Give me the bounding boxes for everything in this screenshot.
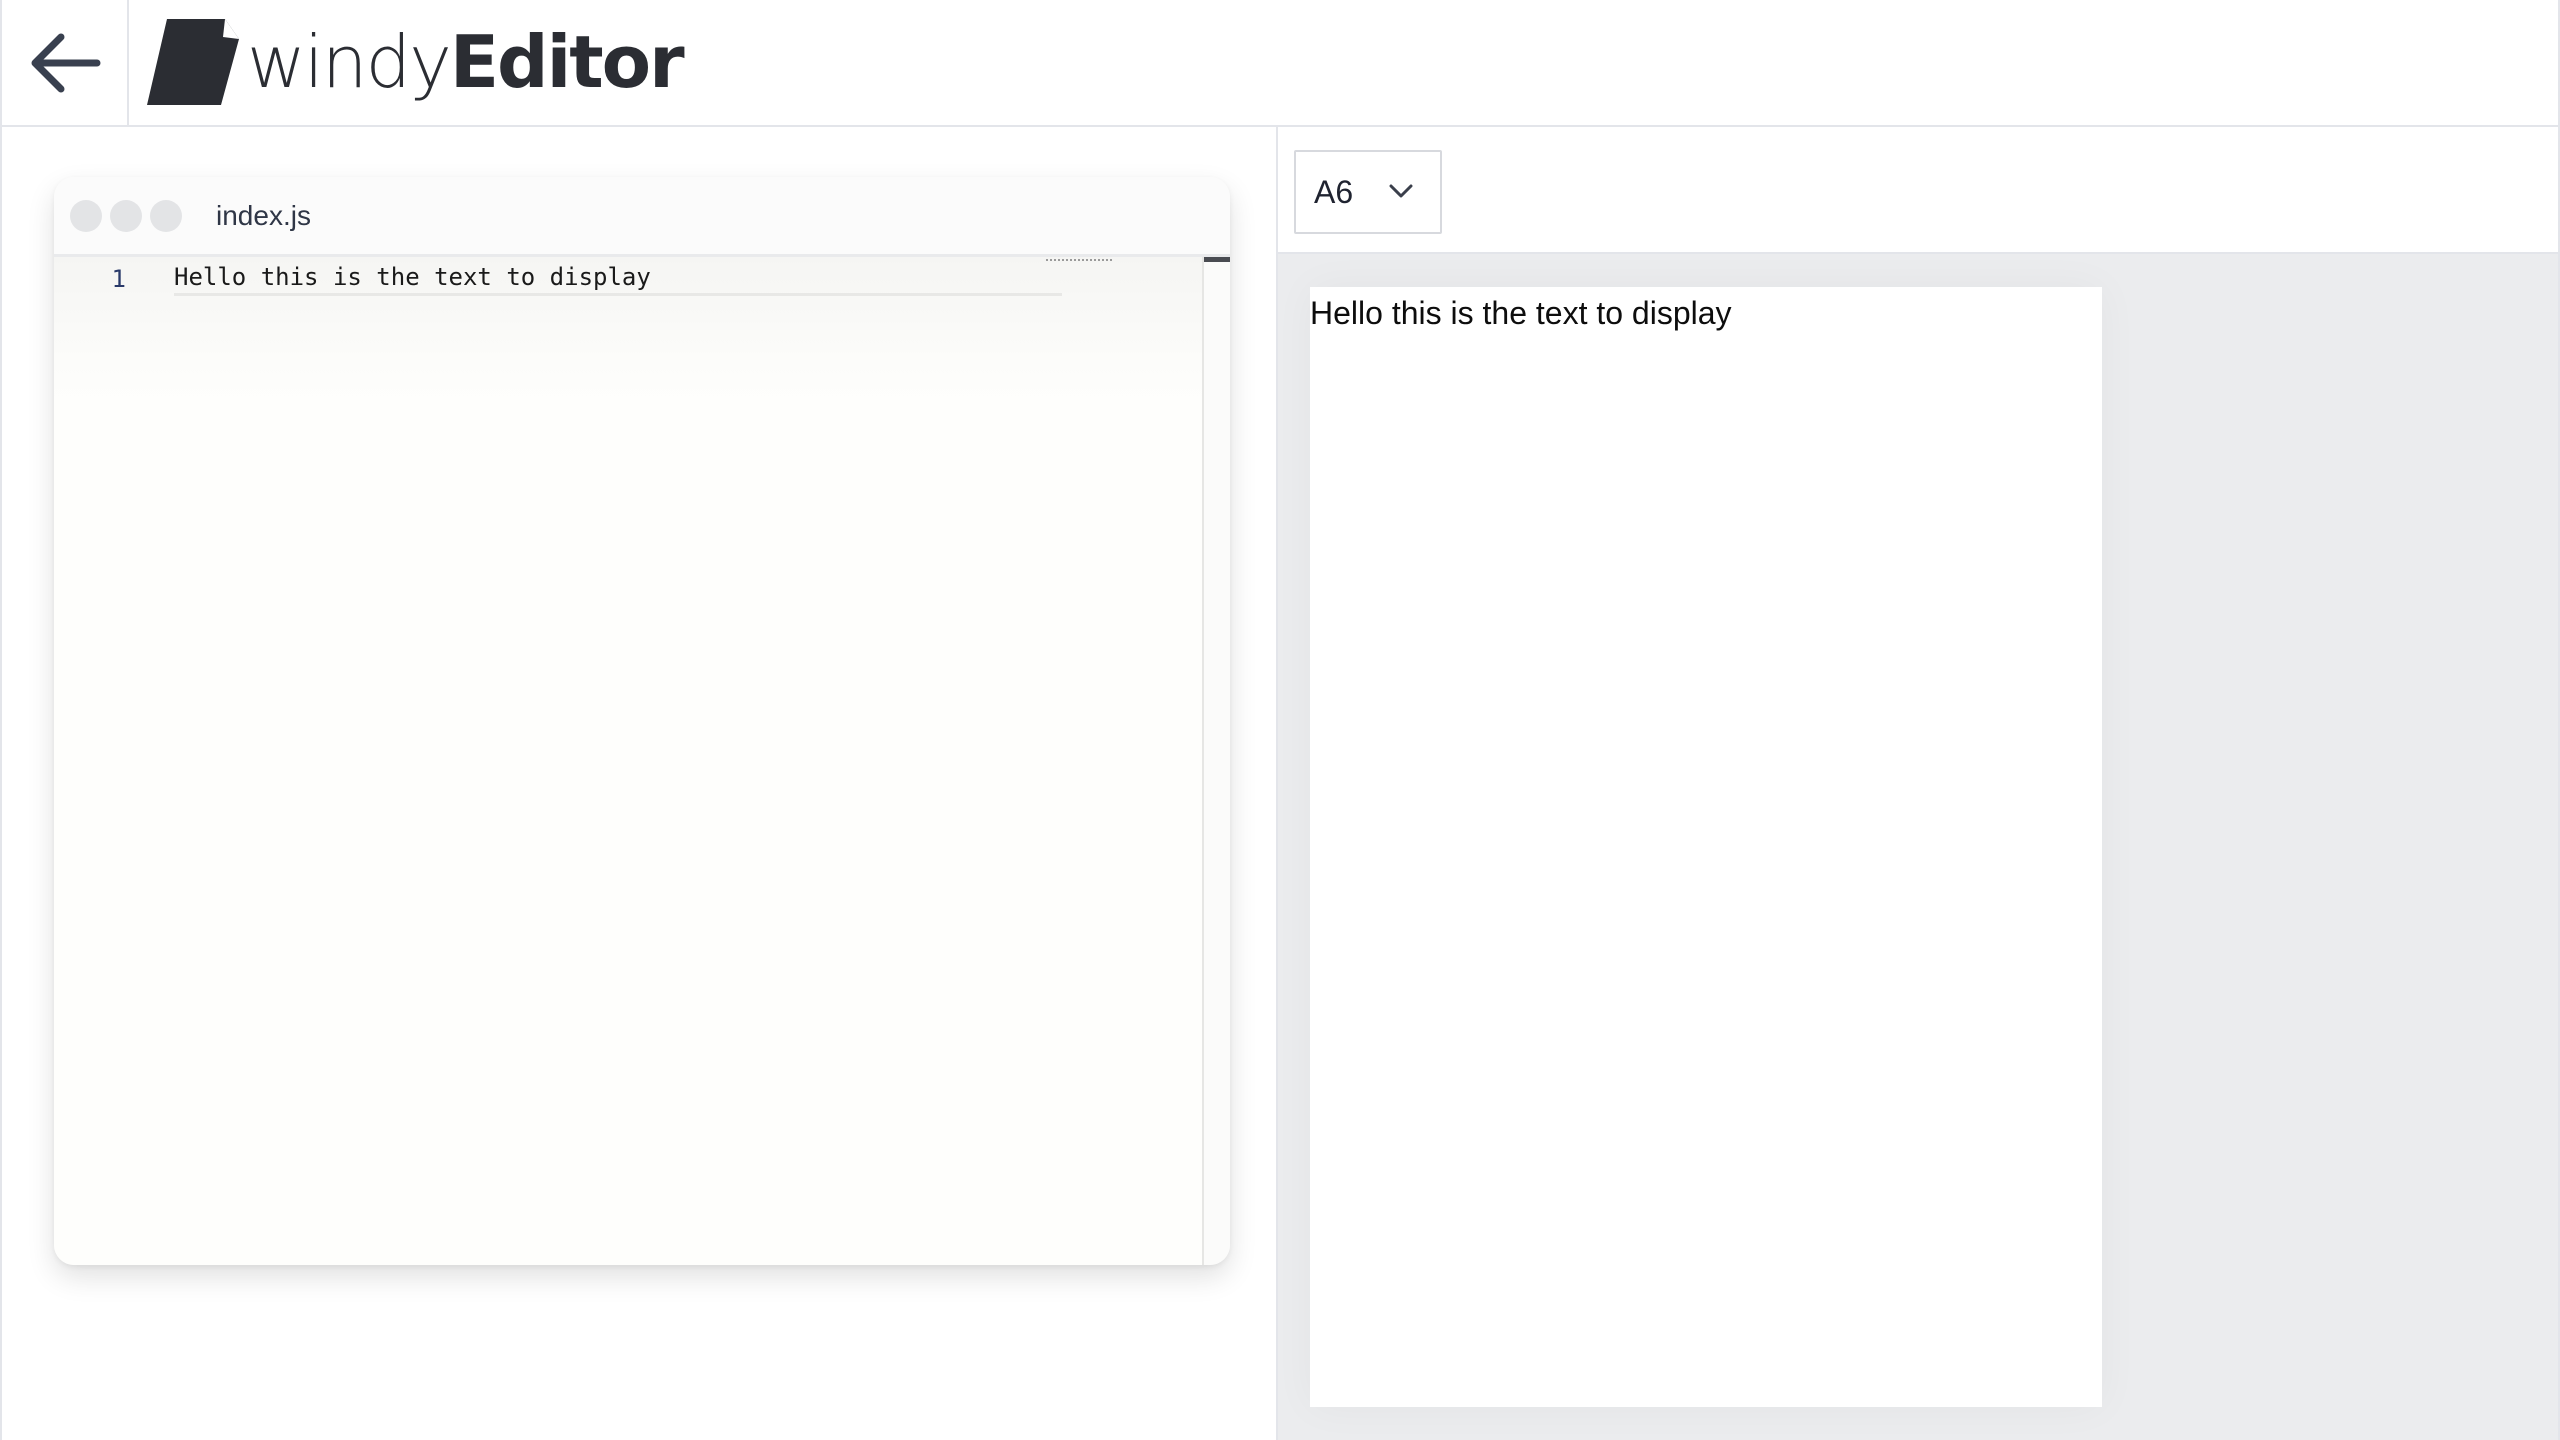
editor-panel: index.js 1 Hello this is the text to dis… <box>0 127 1277 1440</box>
paper-size-select[interactable]: A6 <box>1294 150 1442 234</box>
preview-toolbar: A6 <box>1278 127 2558 254</box>
arrow-left-icon <box>31 33 100 92</box>
logo-word-bold: Editor <box>449 20 685 104</box>
back-button[interactable] <box>2 0 129 125</box>
preview-panel: A6 Hello this is the text to display <box>1278 127 2560 1440</box>
window-dot-close <box>70 199 102 232</box>
line-number: 1 <box>111 265 126 293</box>
code-editor[interactable]: 1 Hello this is the text to display <box>54 257 1202 1265</box>
editor-scrollbar[interactable] <box>1202 257 1230 1265</box>
app-logo: windyEditor <box>145 14 685 110</box>
window-dot-maximize <box>150 199 182 232</box>
editor-titlebar: index.js <box>54 177 1230 257</box>
paper-size-value: A6 <box>1314 173 1354 210</box>
editor-window: index.js 1 Hello this is the text to dis… <box>54 177 1230 1265</box>
app-header: windyEditor <box>0 0 2560 127</box>
chevron-down-icon <box>1389 184 1413 198</box>
app-name: windyEditor <box>247 26 685 98</box>
line-text[interactable]: Hello this is the text to display <box>174 263 1062 296</box>
scrollbar-thumb[interactable] <box>1204 257 1230 262</box>
page-preview: Hello this is the text to display <box>1310 287 2102 1407</box>
preview-area: Hello this is the text to display <box>1278 256 2558 1440</box>
document-icon <box>147 19 239 105</box>
logo-word-light: windy <box>247 20 452 104</box>
code-line[interactable]: 1 Hello this is the text to display <box>54 257 1202 301</box>
page-text: Hello this is the text to display <box>1310 295 1732 331</box>
window-dot-minimize <box>110 199 142 232</box>
file-tab-name[interactable]: index.js <box>216 200 311 232</box>
